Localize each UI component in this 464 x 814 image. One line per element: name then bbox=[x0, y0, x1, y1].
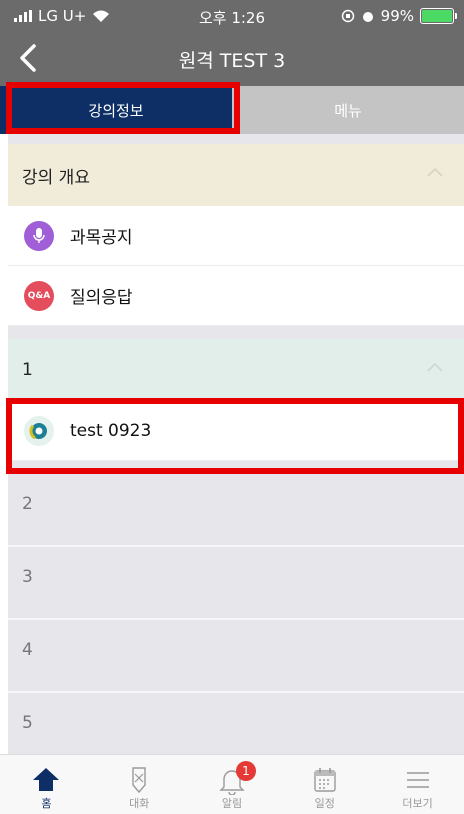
nav-label: 더보기 bbox=[402, 797, 433, 810]
nav-home[interactable]: 홈 bbox=[0, 755, 93, 814]
section-title: 1 bbox=[22, 360, 33, 380]
section-header-overview[interactable]: 강의 개요 bbox=[8, 144, 464, 206]
nav-label: 일정 bbox=[314, 797, 335, 810]
list-item-test-0923[interactable]: test 0923 bbox=[8, 401, 464, 461]
page-title: 원격 TEST 3 bbox=[178, 50, 286, 72]
nav-more[interactable]: 더보기 bbox=[371, 755, 464, 814]
qa-icon: Q&A bbox=[24, 280, 54, 311]
section-header-week-1[interactable]: 1 bbox=[8, 339, 464, 401]
list-item-label: test 0923 bbox=[70, 420, 152, 441]
chat-icon bbox=[132, 767, 146, 794]
tab-lecture-info[interactable]: 강의정보 bbox=[0, 86, 232, 134]
bottom-nav: 홈 대화 1 알림 일정 더보기 bbox=[0, 754, 464, 814]
home-icon bbox=[33, 768, 60, 791]
nav-alerts[interactable]: 1 알림 bbox=[186, 755, 279, 814]
tab-menu[interactable]: 메뉴 bbox=[232, 86, 464, 134]
clock: 오후 1:26 bbox=[198, 9, 266, 27]
microphone-icon bbox=[24, 220, 54, 251]
nav-chat[interactable]: 대화 bbox=[93, 755, 186, 814]
section-header-week-3[interactable]: 3 bbox=[8, 545, 464, 607]
course-content-list: 강의 개요 과목공지 Q&A 질의응답 1 test 0923 2 3 4 5 bbox=[8, 134, 464, 754]
battery-label: 99% bbox=[380, 7, 414, 25]
menu-icon bbox=[406, 772, 429, 788]
nav-label: 대화 bbox=[129, 797, 150, 810]
chevron-up-icon bbox=[427, 167, 443, 177]
section-header-week-2[interactable]: 2 bbox=[8, 472, 464, 534]
nav-label: 홈 bbox=[41, 797, 52, 810]
rotation-lock-icon bbox=[341, 9, 354, 23]
tab-bar: 강의정보 메뉴 bbox=[0, 86, 464, 134]
list-item-notice[interactable]: 과목공지 bbox=[8, 206, 464, 266]
list-item-label: 질의응답 bbox=[70, 288, 133, 308]
list-item-qa[interactable]: Q&A 질의응답 bbox=[8, 266, 464, 326]
chevron-up-icon bbox=[427, 362, 443, 372]
notification-badge: 1 bbox=[235, 761, 256, 781]
battery-icon bbox=[420, 8, 457, 24]
section-header-week-4[interactable]: 4 bbox=[8, 618, 464, 680]
status-bar: LG U+ 오후 1:26 99% bbox=[0, 0, 464, 32]
section-header-week-5[interactable]: 5 bbox=[8, 691, 464, 753]
header: 원격 TEST 3 bbox=[0, 32, 464, 86]
nav-label: 알림 bbox=[221, 797, 243, 810]
calendar-icon bbox=[314, 768, 336, 792]
alarm-icon bbox=[362, 12, 373, 22]
list-item-label: 과목공지 bbox=[70, 228, 133, 248]
video-icon bbox=[24, 415, 54, 446]
nav-schedule[interactable]: 일정 bbox=[278, 755, 371, 814]
section-title: 강의 개요 bbox=[22, 167, 90, 188]
